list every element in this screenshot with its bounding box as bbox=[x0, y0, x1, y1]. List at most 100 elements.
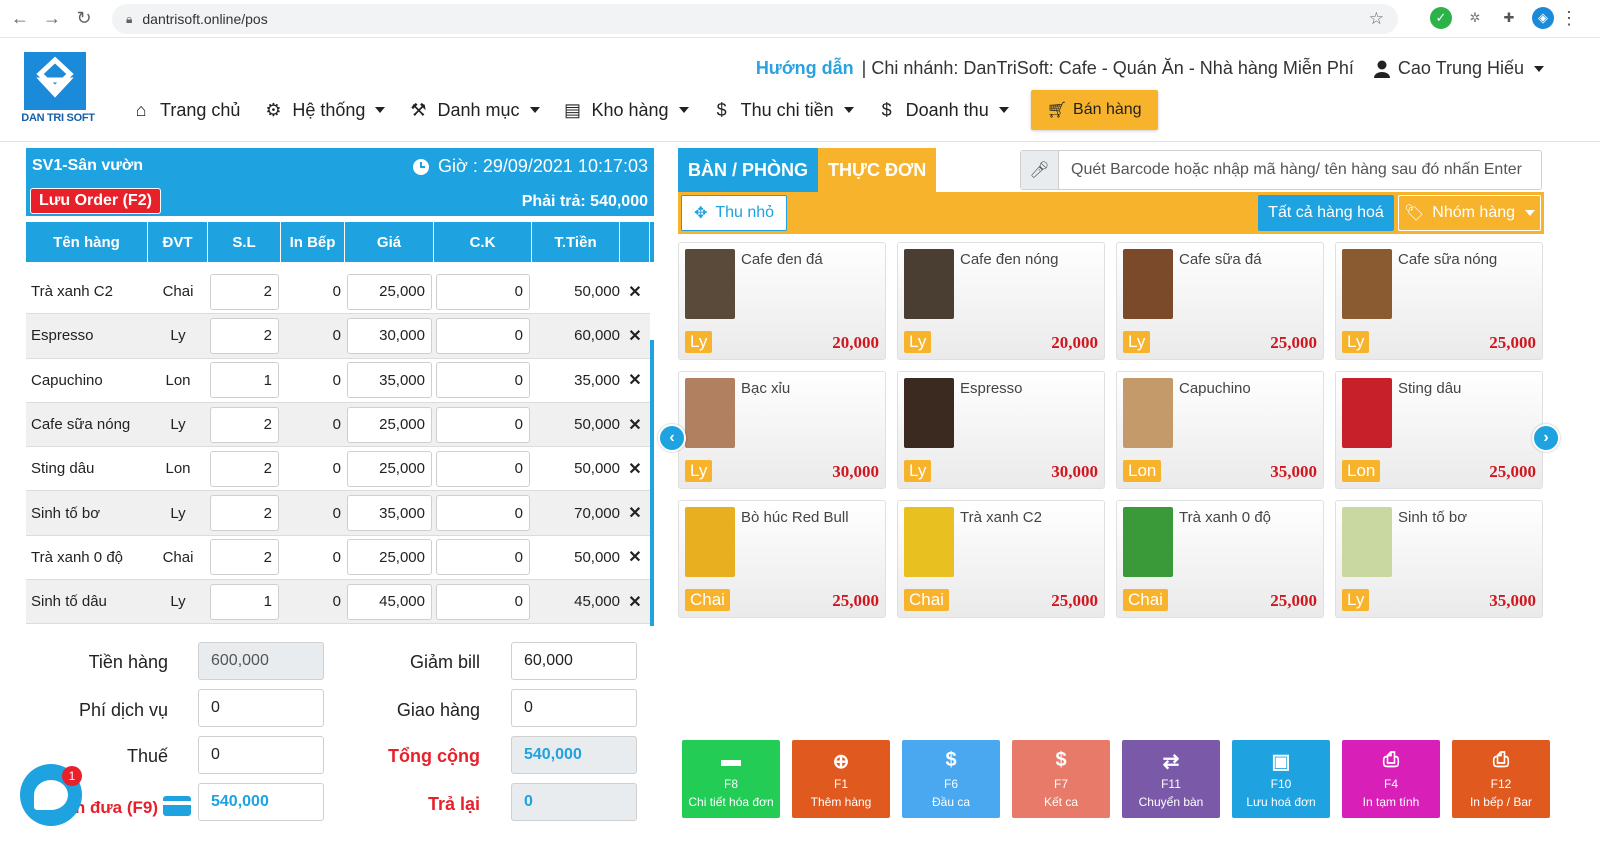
all-products-button[interactable]: Tất cả hàng hoá bbox=[1258, 195, 1394, 231]
product-card[interactable]: Cafe sữa nóng Ly 25,000 bbox=[1335, 242, 1543, 360]
action-button-f12[interactable]: ⎙ F12 In bếp / Bar bbox=[1452, 740, 1550, 818]
delete-row-icon[interactable]: ✕ bbox=[620, 270, 650, 313]
action-button-f10[interactable]: ▣ F10 Lưu hoá đơn bbox=[1232, 740, 1330, 818]
quantity-input[interactable]: 2 bbox=[210, 539, 279, 576]
prev-page-arrow-icon[interactable]: ‹ bbox=[658, 424, 686, 452]
discount-input[interactable]: 0 bbox=[436, 495, 530, 532]
action-button-f4[interactable]: ⎙ F4 In tạm tính bbox=[1342, 740, 1440, 818]
back-icon[interactable]: ← bbox=[8, 7, 32, 31]
product-card[interactable]: Bò húc Red Bull Chai 25,000 bbox=[678, 500, 886, 618]
col-kitchen[interactable]: In Bếp bbox=[281, 222, 345, 262]
product-group-dropdown[interactable]: 🏷︎ Nhóm hàng bbox=[1398, 195, 1541, 231]
delete-row-icon[interactable]: ✕ bbox=[620, 447, 650, 490]
sell-button[interactable]: 🛒︎ Bán hàng bbox=[1030, 90, 1158, 130]
quantity-input[interactable]: 1 bbox=[210, 583, 279, 620]
price-input[interactable]: 30,000 bbox=[347, 317, 432, 354]
quantity-input[interactable]: 2 bbox=[210, 450, 279, 487]
menu-item-cashflow[interactable]: $ Thu chi tiền bbox=[711, 90, 854, 130]
browser-menu-icon[interactable]: ⋮ bbox=[1560, 8, 1578, 29]
price-input[interactable]: 25,000 bbox=[347, 273, 432, 310]
dollar-icon: $ bbox=[945, 749, 957, 771]
next-page-arrow-icon[interactable]: › bbox=[1532, 424, 1560, 452]
discount-input[interactable]: 0 bbox=[436, 583, 530, 620]
shield-extension-icon[interactable]: ✓ bbox=[1430, 7, 1452, 29]
action-label: In tạm tính bbox=[1362, 795, 1420, 809]
tab-tables[interactable]: BÀN / PHÒNG bbox=[678, 148, 819, 192]
logo[interactable]: DAN TRI SOFT bbox=[16, 52, 100, 126]
profile-avatar-icon[interactable]: ◈ bbox=[1532, 7, 1554, 29]
discount-input[interactable]: 0 bbox=[436, 406, 530, 443]
product-search-input[interactable] bbox=[1059, 161, 1541, 179]
product-card[interactable]: Sinh tố bơ Ly 35,000 bbox=[1335, 500, 1543, 618]
user-menu[interactable]: Cao Trung Hiếu bbox=[1373, 58, 1544, 79]
col-price[interactable]: Giá bbox=[345, 222, 434, 262]
settings-extension-icon[interactable]: ✲ bbox=[1464, 7, 1486, 29]
address-bar[interactable]: 🔒︎ dantrisoft.online/pos ☆ bbox=[112, 4, 1398, 34]
discount-input[interactable]: 0 bbox=[436, 362, 530, 399]
quantity-input[interactable]: 2 bbox=[210, 406, 279, 443]
price-input[interactable]: 25,000 bbox=[347, 539, 432, 576]
delete-row-icon[interactable]: ✕ bbox=[620, 536, 650, 579]
bookmark-star-icon[interactable]: ☆ bbox=[1369, 9, 1384, 29]
shrink-button[interactable]: ✥ Thu nhỏ bbox=[681, 195, 787, 231]
price-input[interactable]: 25,000 bbox=[347, 406, 432, 443]
microphone-icon[interactable]: 🎤︎ bbox=[1021, 151, 1059, 189]
product-card[interactable]: Capuchino Lon 35,000 bbox=[1116, 371, 1324, 489]
product-card[interactable]: Cafe sữa đá Ly 25,000 bbox=[1116, 242, 1324, 360]
product-image bbox=[1342, 378, 1392, 448]
delete-row-icon[interactable]: ✕ bbox=[620, 491, 650, 534]
credit-card-icon[interactable] bbox=[163, 796, 191, 816]
quantity-input[interactable]: 1 bbox=[210, 362, 279, 399]
price-input[interactable]: 35,000 bbox=[347, 362, 432, 399]
product-card[interactable]: Cafe đen đá Ly 20,000 bbox=[678, 242, 886, 360]
delete-row-icon[interactable]: ✕ bbox=[620, 314, 650, 357]
product-card[interactable]: Sting dâu Lon 25,000 bbox=[1335, 371, 1543, 489]
action-button-f11[interactable]: ⇄ F11 Chuyển bàn bbox=[1122, 740, 1220, 818]
col-discount[interactable]: C.K bbox=[434, 222, 532, 262]
menu-item-home[interactable]: ⌂ Trang chủ bbox=[130, 90, 241, 130]
action-button-f7[interactable]: $ F7 Kết ca bbox=[1012, 740, 1110, 818]
product-card[interactable]: Trà xanh C2 Chai 25,000 bbox=[897, 500, 1105, 618]
price-input[interactable]: 35,000 bbox=[347, 495, 432, 532]
col-name[interactable]: Tên hàng bbox=[26, 222, 148, 262]
discount-input[interactable]: 0 bbox=[436, 317, 530, 354]
discount-input[interactable]: 0 bbox=[436, 450, 530, 487]
product-card[interactable]: Cafe đen nóng Ly 20,000 bbox=[897, 242, 1105, 360]
product-card[interactable]: Bạc xỉu Ly 30,000 bbox=[678, 371, 886, 489]
reload-icon[interactable]: ↻ bbox=[72, 7, 96, 31]
guide-link[interactable]: Hướng dẫn bbox=[756, 58, 854, 79]
col-total[interactable]: T.Tiền bbox=[532, 222, 620, 262]
tab-menu[interactable]: THỰC ĐƠN bbox=[818, 148, 937, 192]
menu-item-label: Thu chi tiền bbox=[740, 99, 834, 120]
puzzle-icon[interactable]: ✚ bbox=[1498, 7, 1520, 29]
paid-field[interactable]: 540,000 bbox=[198, 783, 324, 821]
price-input[interactable]: 45,000 bbox=[347, 583, 432, 620]
delete-row-icon[interactable]: ✕ bbox=[620, 403, 650, 446]
price-input[interactable]: 25,000 bbox=[347, 450, 432, 487]
forward-icon[interactable]: → bbox=[40, 7, 64, 31]
action-button-f6[interactable]: $ F6 Đầu ca bbox=[902, 740, 1000, 818]
menu-item-system[interactable]: ⚙ Hệ thống bbox=[262, 90, 386, 130]
menu-item-warehouse[interactable]: ▤ Kho hàng bbox=[562, 90, 689, 130]
discount-field[interactable]: 60,000 bbox=[511, 642, 637, 680]
product-card[interactable]: Trà xanh 0 độ Chai 25,000 bbox=[1116, 500, 1324, 618]
discount-input[interactable]: 0 bbox=[436, 539, 530, 576]
quantity-input[interactable]: 2 bbox=[210, 273, 279, 310]
product-card[interactable]: Espresso Ly 30,000 bbox=[897, 371, 1105, 489]
delete-row-icon[interactable]: ✕ bbox=[620, 359, 650, 402]
quantity-input[interactable]: 2 bbox=[210, 495, 279, 532]
col-qty[interactable]: S.L bbox=[208, 222, 281, 262]
menu-item-catalog[interactable]: ⚒ Danh mục bbox=[407, 90, 540, 130]
quantity-input[interactable]: 2 bbox=[210, 317, 279, 354]
discount-input[interactable]: 0 bbox=[436, 273, 530, 310]
grid-scrollbar[interactable] bbox=[650, 340, 654, 626]
tax-field[interactable]: 0 bbox=[198, 736, 324, 774]
col-unit[interactable]: ĐVT bbox=[148, 222, 208, 262]
menu-item-revenue[interactable]: $ Doanh thu bbox=[876, 90, 1009, 130]
service-field[interactable]: 0 bbox=[198, 689, 324, 727]
action-button-f8[interactable]: ▬ F8 Chi tiết hóa đơn bbox=[682, 740, 780, 818]
delivery-field[interactable]: 0 bbox=[511, 689, 637, 727]
action-button-f1[interactable]: ⊕ F1 Thêm hàng bbox=[792, 740, 890, 818]
save-order-button[interactable]: Lưu Order (F2) bbox=[30, 188, 161, 214]
delete-row-icon[interactable]: ✕ bbox=[620, 580, 650, 623]
